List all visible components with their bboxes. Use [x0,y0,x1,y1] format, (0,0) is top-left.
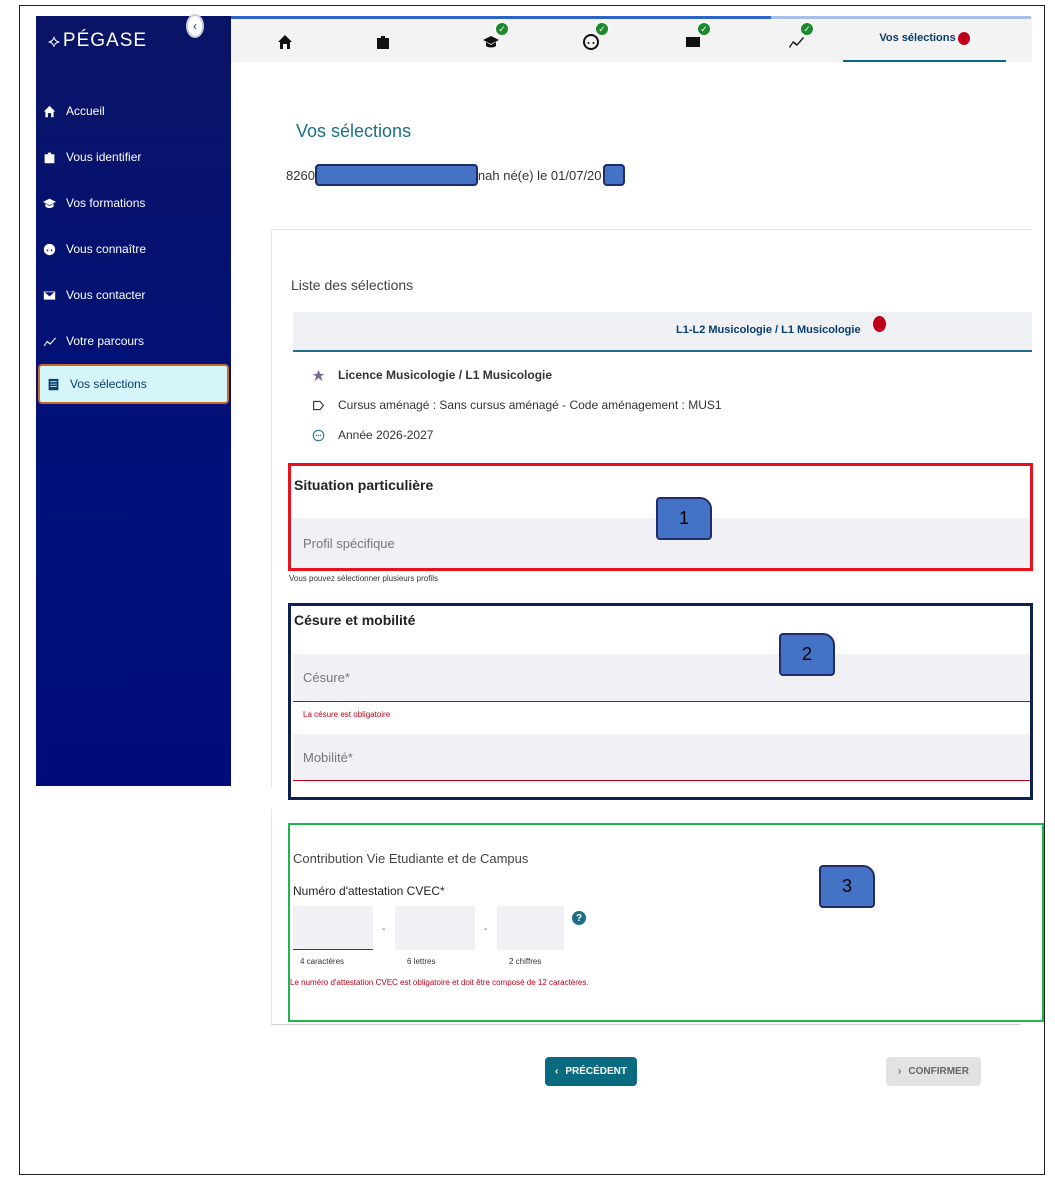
check-icon: ✓ [800,22,814,36]
redaction-block [602,164,625,186]
formation-label: Licence Musicologie / L1 Musicologie [338,368,553,382]
cvec-title: Contribution Vie Etudiante et de Campus [293,851,529,866]
sidebar-item-identifier[interactable]: Vous identifier [36,134,231,180]
cesure-title: Césure et mobilité [294,612,416,628]
cvec-hint-part3: 2 chiffres [509,957,542,966]
check-icon: ✓ [697,22,711,36]
envelope-icon [43,290,56,300]
tab-contacter[interactable]: ✓ [681,22,711,54]
sidebar-item-label: Vous contacter [66,288,146,302]
sidebar-item-contacter[interactable]: Vous contacter [36,272,231,318]
check-icon: ✓ [495,22,509,36]
tab-identifier[interactable] [371,30,395,54]
chevron-left-icon: ‹ [554,1066,559,1077]
trend-icon [789,37,804,48]
face-icon [43,243,56,255]
cvec-error: Le numéro d'attestation CVEC est obligat… [290,978,589,987]
progress-bar [231,16,771,19]
sidebar-item-label: Vos sélections [70,377,147,391]
cvec-separator: - [382,924,386,935]
student-identity: 8260 nah né(e) le 01/07/20 [286,164,625,186]
cvec-hint-part2: 6 lettres [407,957,436,966]
sidebar-nav: Accueil Vous identifier Vos formations V… [36,88,231,404]
annotation-marker: 3 [819,865,875,908]
cvec-input-part2[interactable] [395,906,475,950]
cursus-detail: Cursus aménagé : Sans cursus aménagé - C… [312,398,722,412]
cesure-placeholder: Césure* [303,670,350,685]
cursus-label: Cursus aménagé : Sans cursus aménagé - C… [338,398,722,412]
graduation-cap-icon [43,198,56,208]
selection-tab-label: L1-L2 Musicologie / L1 Musicologie [676,324,861,336]
year-detail: Année 2026-2027 [312,428,433,442]
calendar-dots-icon [312,429,325,441]
step-tabs: ✓ ✓ ✓ ✓ Vos sélections [231,16,1032,62]
tab-parcours[interactable]: ✓ [784,22,814,54]
mobilite-select[interactable]: Mobilité* [293,734,1030,781]
sidebar-item-label: Vous identifier [66,150,142,164]
sidebar-item-label: Votre parcours [66,334,145,348]
logo-text: PÉGASE [62,30,148,51]
tab-selections[interactable]: Vos sélections [843,16,1006,62]
sidebar-item-label: Vos formations [66,196,146,210]
profile-hint: Vous pouvez sélectionner plusieurs profi… [289,574,438,583]
tab-selections-label: Vos sélections [879,32,956,44]
selections-list-title: Liste des sélections [291,277,414,293]
sidebar-item-label: Vous connaître [66,242,147,256]
sidebar-item-formations[interactable]: Vos formations [36,180,231,226]
annotation-marker: 1 [656,497,712,540]
sidebar-item-selections[interactable]: Vos sélections [38,364,229,404]
cvec-hint-part1: 4 caractères [300,957,345,966]
home-icon [43,105,56,117]
envelope-icon [686,37,700,47]
check-icon: ✓ [595,22,609,36]
cesure-error: La césure est obligatoire [303,710,391,719]
cvec-input-part1[interactable] [293,906,373,950]
face-icon [583,34,599,50]
previous-button-label: PRÉCÉDENT [565,1066,628,1077]
tab-connaitre[interactable]: ✓ [579,22,609,54]
year-label: Année 2026-2027 [338,428,434,442]
id-badge-icon [377,36,389,49]
cvec-label: Numéro d'attestation CVEC* [293,884,445,898]
chevron-right-icon: › [898,1066,902,1077]
home-icon [278,35,292,49]
tag-icon [313,400,325,410]
sidebar-item-connaitre[interactable]: Vous connaître [36,226,231,272]
cvec-input-part3[interactable] [497,906,564,950]
sidebar-item-accueil[interactable]: Accueil [36,88,231,134]
graduation-cap-icon [483,36,499,48]
profile-placeholder: Profil spécifique [303,535,395,551]
sidebar-item-parcours[interactable]: Votre parcours [36,318,231,364]
trend-icon [43,336,56,346]
logo-mark-icon: ⟡ [48,30,61,51]
previous-button[interactable]: ‹ PRÉCÉDENT [545,1057,637,1086]
identity-prefix: 8260 [286,167,315,183]
app-logo[interactable]: ⟡ PÉGASE [48,30,147,52]
redaction-block [314,164,478,186]
situation-title: Situation particulière [294,477,434,493]
page-title: Vos sélections [296,121,412,141]
tab-formations[interactable]: ✓ [479,22,509,54]
selection-tab-header[interactable]: L1-L2 Musicologie / L1 Musicologie [293,312,1032,352]
star-icon [312,369,325,381]
tab-accueil[interactable] [273,30,297,54]
cvec-separator: - [484,924,488,935]
list-icon [48,378,59,390]
help-icon[interactable]: ? [572,911,586,925]
alert-dot-icon [957,31,970,45]
cesure-select[interactable]: Césure* [293,654,1030,702]
id-badge-icon [44,152,55,163]
identity-birth: nah né(e) le 01/07/20 [477,167,602,183]
sidebar-item-label: Accueil [66,104,105,118]
annotation-marker: 2 [779,633,835,676]
mobilite-placeholder: Mobilité* [303,749,353,765]
confirm-button[interactable]: › CONFIRMER [886,1057,981,1086]
confirm-button-label: CONFIRMER [908,1066,969,1077]
alert-dot-icon [873,316,886,332]
formation-detail: Licence Musicologie / L1 Musicologie [312,368,552,382]
sidebar: ⟡ PÉGASE Accueil Vous identifier Vos for… [36,16,231,786]
collapse-sidebar-button[interactable]: ‹ [186,14,204,38]
